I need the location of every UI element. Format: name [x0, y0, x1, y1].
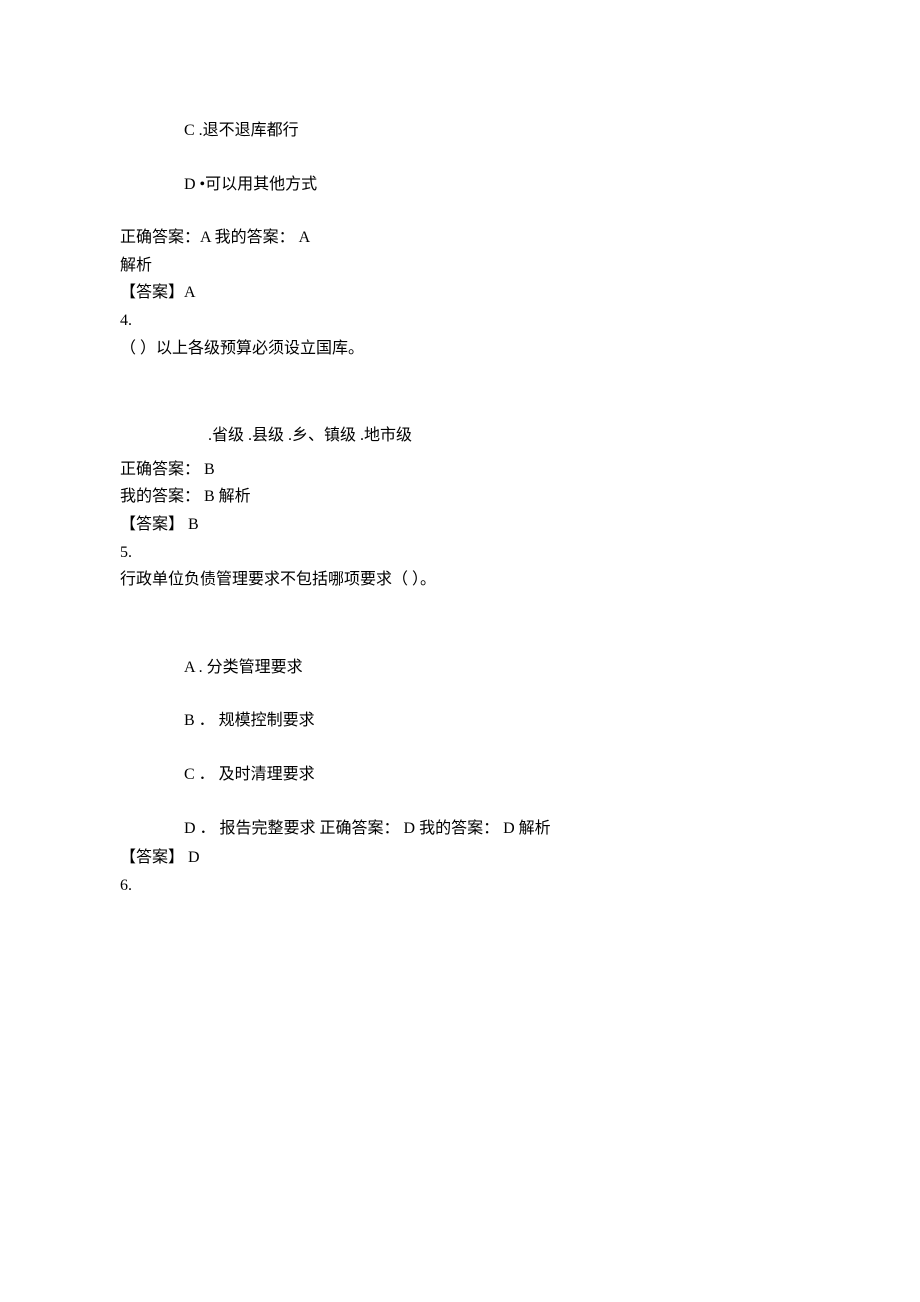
q3-option-d: D •可以用其他方式	[120, 172, 820, 198]
q3-correct-answer-text: 正确答案：A 我的答案： A	[120, 229, 310, 246]
q3-answer-key-text: 【答案】A	[120, 284, 196, 301]
q6-number: 6.	[120, 873, 820, 899]
q3-jiexi-text: 解析	[120, 257, 152, 274]
q5-number-text: 5.	[120, 544, 132, 561]
q5-option-c: C ． 及时清理要求	[120, 762, 820, 788]
q4-correct-answer: 正确答案： B	[120, 457, 820, 483]
q5-stem: 行政单位负债管理要求不包括哪项要求（ ）。	[120, 567, 820, 593]
q5-option-b: B ． 规模控制要求	[120, 708, 820, 734]
q5-option-b-text: B ． 规模控制要求	[184, 712, 315, 729]
q4-options-text: .省级 .县级 .乡、镇级 .地市级	[208, 427, 412, 444]
q4-number-text: 4.	[120, 312, 132, 329]
q5-stem-text: 行政单位负债管理要求不包括哪项要求（ ）。	[120, 571, 436, 588]
q3-answer-key: 【答案】A	[120, 280, 820, 306]
q5-option-d-text: D ． 报告完整要求 正确答案： D 我的答案： D 解析	[184, 820, 551, 837]
q4-stem-text: （ ）以上各级预算必须设立国库。	[120, 340, 364, 357]
q3-option-c: C .退不退库都行	[120, 118, 820, 144]
q5-option-a-text: A . 分类管理要求	[184, 659, 303, 676]
q3-jiexi-label: 解析	[120, 253, 820, 279]
q3-option-d-text: D •可以用其他方式	[184, 176, 317, 193]
q3-option-c-text: C .退不退库都行	[184, 122, 299, 139]
q6-number-text: 6.	[120, 877, 132, 894]
q4-answer-key: 【答案】 B	[120, 512, 820, 538]
q5-option-d: D ． 报告完整要求 正确答案： D 我的答案： D 解析	[120, 816, 820, 842]
q5-answer-key: 【答案】 D	[120, 845, 820, 871]
q5-answer-key-text: 【答案】 D	[120, 849, 200, 866]
q4-options: .省级 .县级 .乡、镇级 .地市级	[120, 423, 820, 449]
q5-number: 5.	[120, 540, 820, 566]
q5-option-c-text: C ． 及时清理要求	[184, 766, 315, 783]
q4-answer-key-text: 【答案】 B	[120, 516, 199, 533]
q4-stem: （ ）以上各级预算必须设立国库。	[120, 336, 820, 362]
q4-number: 4.	[120, 308, 820, 334]
q4-my-answer-text: 我的答案： B 解析	[120, 488, 251, 505]
q4-correct-answer-text: 正确答案： B	[120, 461, 215, 478]
q5-option-a: A . 分类管理要求	[120, 655, 820, 681]
q4-my-answer: 我的答案： B 解析	[120, 484, 820, 510]
q3-correct-answer: 正确答案：A 我的答案： A	[120, 225, 820, 251]
